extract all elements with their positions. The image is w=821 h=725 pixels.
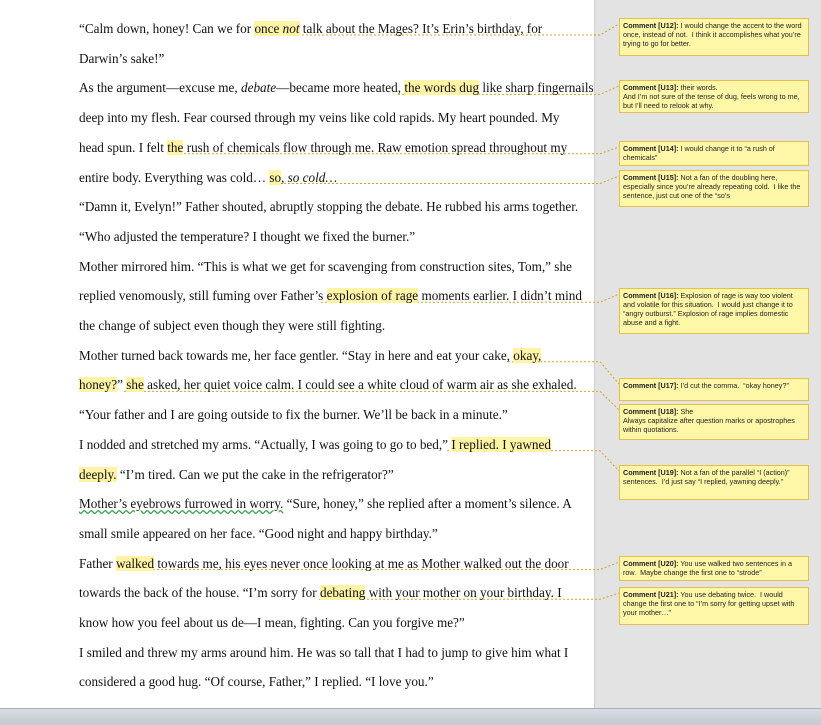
highlighted-text: I replied. I yawned xyxy=(451,436,551,452)
document-line[interactable]: I nodded and stretched my arms. “Actuall… xyxy=(79,436,551,453)
line-text: with your mother on your birthday. I xyxy=(365,585,562,601)
highlighted-text: explosion of rage xyxy=(326,288,419,304)
comment-text: I’d cut the comma. “okay honey?” xyxy=(678,381,789,390)
line-text: —became more heated, xyxy=(276,80,405,96)
line-text: know how you feel about us de—I mean, fi… xyxy=(79,615,465,630)
highlighted-text: deeply. xyxy=(79,466,117,482)
line-text: I nodded and stretched my arms. “Actuall… xyxy=(79,436,452,452)
document-line[interactable]: honey?” she asked, her quiet voice calm.… xyxy=(79,377,577,393)
document-line[interactable]: deeply. “I’m tired. Can we put the cake … xyxy=(79,466,394,483)
highlighted-text: she xyxy=(126,377,144,393)
comment-label: Comment [U13]: xyxy=(623,83,679,92)
line-text: asked, her quiet voice calm. I could see… xyxy=(143,377,577,393)
line-text: entire body. Everything was cold… xyxy=(79,169,270,185)
comment-balloon[interactable]: Comment [U13]: their words. And I’m not … xyxy=(619,80,809,113)
comment-label: Comment [U14]: xyxy=(623,144,679,153)
line-text: “I’m tired. Can we put the cake in the r… xyxy=(116,466,394,482)
line-text: moments earlier. I didn’t mind xyxy=(418,288,582,304)
document-line[interactable]: replied venomously, still fuming over Fa… xyxy=(79,288,582,304)
line-text: deep into my flesh. Fear coursed through… xyxy=(79,110,560,126)
comment-label: Comment [U20]: xyxy=(623,559,679,568)
document-line[interactable]: “Your father and I are going outside to … xyxy=(79,407,508,423)
comment-balloon[interactable]: Comment [U21]: You use debating twice. I… xyxy=(619,587,809,625)
line-text: Mother mirrored him. “This is what we ge… xyxy=(79,258,572,274)
comment-label: Comment [U18]: xyxy=(623,407,679,416)
line-text: “Sure, honey,” she replied after a momen… xyxy=(283,496,572,512)
emphasis-text: , so cold… xyxy=(281,169,338,185)
line-text: towards me, his eyes never once looking … xyxy=(154,555,569,571)
line-text: “Calm down, honey! Can we for xyxy=(79,21,255,36)
line-text: small smile appeared on her face. “Good … xyxy=(79,525,438,541)
document-line[interactable]: the change of subject even though they w… xyxy=(79,318,385,334)
document-line[interactable]: Father walked towards me, his eyes never… xyxy=(79,555,569,572)
line-text: “Damn it, Evelyn!” Father shouted, abrup… xyxy=(79,199,579,215)
highlighted-text: debating xyxy=(319,585,366,601)
comment-balloon[interactable]: Comment [U18]: She Always capitalize aft… xyxy=(619,404,809,440)
line-text: ” xyxy=(117,377,127,393)
comment-balloon[interactable]: Comment [U14]: I would change it to “a r… xyxy=(619,141,809,166)
document-line[interactable]: I smiled and threw my arms around him. H… xyxy=(79,645,568,661)
status-bar xyxy=(0,708,821,725)
document-line[interactable]: small smile appeared on her face. “Good … xyxy=(79,526,438,542)
line-text: replied venomously, still fuming over Fa… xyxy=(79,288,327,304)
line-text: “Your father and I are going outside to … xyxy=(79,407,508,423)
comment-label: Comment [U17]: xyxy=(623,381,679,390)
line-text: Mother turned back towards me, her face … xyxy=(79,347,514,363)
line-text: rush of chemicals flow through me. Raw e… xyxy=(183,139,568,155)
document-line[interactable]: know how you feel about us de—I mean, fi… xyxy=(79,615,465,631)
document-line[interactable]: Mother’s eyebrows furrowed in worry. “Su… xyxy=(79,496,572,512)
document-line[interactable]: Darwin’s sake!” xyxy=(79,51,164,67)
document-line[interactable]: “Damn it, Evelyn!” Father shouted, abrup… xyxy=(79,199,578,215)
comment-label: Comment [U21]: xyxy=(623,590,679,599)
document-line[interactable]: “Who adjusted the temperature? I thought… xyxy=(79,229,415,245)
document-line[interactable]: Mother mirrored him. “This is what we ge… xyxy=(79,259,572,275)
document-line[interactable]: entire body. Everything was cold… so, so… xyxy=(79,169,338,186)
line-text: considered a good hug. “Of course, Fathe… xyxy=(79,674,434,690)
line-text: As the argument—excuse me, xyxy=(79,80,241,96)
highlighted-text: walked xyxy=(116,555,155,571)
document-line[interactable]: “Calm down, honey! Can we for once not t… xyxy=(79,21,542,37)
line-text: head spun. I felt xyxy=(79,139,168,155)
comment-balloon[interactable]: Comment [U12]: I would change the accent… xyxy=(619,18,809,56)
highlighted-text: okay, xyxy=(513,347,542,363)
comment-label: Comment [U15]: xyxy=(623,173,679,182)
document-line[interactable]: deep into my flesh. Fear coursed through… xyxy=(79,110,560,126)
grammar-flagged-text: Mother’s eyebrows furrowed in worry. xyxy=(79,496,284,512)
line-text: I smiled and threw my arms around him. H… xyxy=(79,644,569,660)
document-line[interactable]: head spun. I felt the rush of chemicals … xyxy=(79,139,568,156)
comment-balloon[interactable]: Comment [U15]: Not a fan of the doubling… xyxy=(619,170,809,207)
comment-balloon[interactable]: Comment [U19]: Not a fan of the parallel… xyxy=(619,465,809,500)
line-text: talk about the Mages? It’s Erin’s birthd… xyxy=(299,21,543,36)
line-text: the change of subject even though they w… xyxy=(79,318,386,333)
document-line[interactable]: considered a good hug. “Of course, Fathe… xyxy=(79,674,434,690)
comment-label: Comment [U16]: xyxy=(623,291,679,300)
emphasis-text: debate xyxy=(241,80,277,96)
line-text: towards the back of the house. “I’m sorr… xyxy=(79,585,320,601)
line-text: like sharp fingernails xyxy=(479,80,594,96)
line-text: “Who adjusted the temperature? I thought… xyxy=(79,228,416,244)
document-line[interactable]: towards the back of the house. “I’m sorr… xyxy=(79,585,562,601)
highlighted-text: so xyxy=(269,169,282,185)
highlighted-text: honey? xyxy=(79,377,118,393)
comment-balloon[interactable]: Comment [U17]: I’d cut the comma. “okay … xyxy=(619,378,809,401)
document-line[interactable]: Mother turned back towards me, her face … xyxy=(79,347,542,364)
comment-balloon[interactable]: Comment [U16]: Explosion of rage is way … xyxy=(619,288,809,334)
line-text: Darwin’s sake!” xyxy=(79,50,165,66)
comment-label: Comment [U12]: xyxy=(623,21,679,30)
document-line[interactable]: As the argument—excuse me, debate—became… xyxy=(79,80,594,96)
comment-balloon[interactable]: Comment [U20]: You use walked two senten… xyxy=(619,556,809,581)
highlighted-text: once xyxy=(254,21,280,36)
highlighted-text: the words dug xyxy=(404,80,480,96)
line-text: Father xyxy=(79,555,116,571)
emphasis-text: not xyxy=(279,21,300,36)
comment-label: Comment [U19]: xyxy=(623,468,679,477)
highlighted-text: the xyxy=(167,139,184,155)
